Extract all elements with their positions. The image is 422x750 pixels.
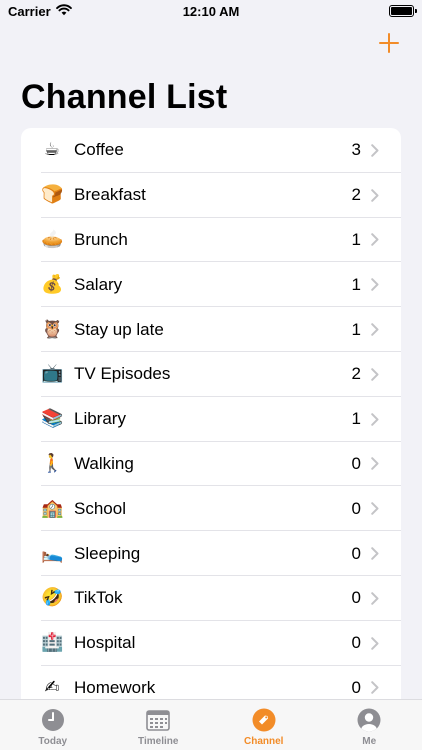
channel-row[interactable]: 💰 Salary 1 [21, 262, 401, 307]
channel-count: 2 [351, 185, 361, 205]
app-screen: Carrier 12:10 AM Channel List ☕ Coffee 3 🍞 B… [0, 0, 422, 750]
channel-name: Breakfast [74, 185, 146, 205]
chevron-right-icon [371, 188, 381, 202]
channel-name: Salary [74, 274, 123, 294]
channel-emoji-icon: 🛌 [41, 542, 64, 564]
tab-timeline[interactable]: Timeline [106, 700, 212, 750]
channel-name: School [74, 498, 126, 518]
wifi-icon [55, 3, 72, 19]
person-icon [356, 707, 382, 733]
channel-name: Library [74, 409, 126, 429]
channel-emoji-icon: 🥧 [41, 228, 64, 250]
tab-today[interactable]: Today [0, 700, 106, 750]
tab-timeline-label: Timeline [138, 736, 179, 747]
channel-name: Hospital [74, 633, 136, 653]
clock-icon [40, 707, 66, 733]
channel-count: 2 [351, 364, 361, 384]
channel-emoji-icon: 📺 [41, 363, 64, 385]
chevron-right-icon [371, 591, 381, 605]
channel-name: Homework [74, 677, 156, 697]
tab-me-label: Me [362, 736, 377, 747]
channel-count: 1 [351, 409, 361, 429]
tag-icon [251, 707, 277, 733]
channel-row[interactable]: 🥧 Brunch 1 [21, 218, 401, 263]
chevron-right-icon [371, 367, 381, 381]
channel-row[interactable]: 🦉 Stay up late 1 [21, 307, 401, 352]
channel-name: Sleeping [74, 543, 141, 563]
carrier-label: Carrier [8, 3, 51, 19]
channel-count: 0 [351, 633, 361, 653]
channel-count: 0 [351, 543, 361, 563]
channel-emoji-icon: ☕ [43, 139, 61, 161]
channel-name: Brunch [74, 229, 128, 249]
channel-emoji-icon: 🏥 [41, 632, 64, 654]
channel-emoji-icon: ✍ [44, 676, 60, 698]
calendar-icon [145, 707, 171, 733]
channel-row[interactable]: 🚶 Walking 0 [21, 442, 401, 487]
channel-emoji-icon: 🚶 [41, 452, 64, 474]
channel-emoji-icon: 📚 [41, 408, 64, 430]
channel-row[interactable]: ☕ Coffee 3 [21, 128, 401, 173]
channel-emoji-icon: 🤣 [41, 587, 64, 609]
channel-name: TikTok [74, 588, 123, 608]
chevron-right-icon [371, 547, 381, 561]
channel-count: 0 [351, 453, 361, 473]
channel-name: Coffee [74, 140, 124, 160]
channel-row[interactable]: 🏫 School 0 [21, 486, 401, 531]
battery-fill [391, 7, 412, 15]
channel-count: 1 [351, 229, 361, 249]
channel-row[interactable]: 📚 Library 1 [21, 397, 401, 442]
chevron-right-icon [371, 636, 381, 650]
status-bar: Carrier [0, 0, 422, 22]
tab-me[interactable]: Me [317, 700, 422, 750]
page-title: Channel List [21, 78, 228, 116]
battery-icon [389, 5, 417, 17]
tab-today-label: Today [38, 736, 68, 747]
channel-emoji-icon: 🏫 [41, 497, 64, 519]
channel-name: Stay up late [74, 319, 164, 339]
channel-count: 0 [351, 588, 361, 608]
tab-channel[interactable]: Channel [211, 700, 317, 750]
channel-name: TV Episodes [74, 364, 171, 384]
add-channel-button[interactable] [376, 30, 402, 56]
chevron-right-icon [371, 278, 381, 292]
channel-row[interactable]: 🍞 Breakfast 2 [21, 173, 401, 218]
chevron-right-icon [371, 502, 381, 516]
channel-row[interactable]: 🏥 Hospital 0 [21, 621, 401, 666]
channel-emoji-icon: 🦉 [41, 318, 64, 340]
chevron-right-icon [371, 412, 381, 426]
chevron-right-icon [371, 457, 381, 471]
channel-row[interactable]: 🛌 Sleeping 0 [21, 531, 401, 576]
channel-count: 1 [351, 274, 361, 294]
status-left: Carrier [8, 4, 72, 19]
tab-channel-label: Channel [244, 736, 284, 747]
chevron-right-icon [371, 681, 381, 695]
chevron-right-icon [371, 323, 381, 337]
channel-row[interactable]: 🤣 TikTok 0 [21, 576, 401, 621]
chevron-right-icon [371, 143, 381, 157]
channel-count: 0 [351, 498, 361, 518]
channel-emoji-icon: 🍞 [41, 184, 64, 206]
channel-row[interactable]: 📺 TV Episodes 2 [21, 352, 401, 397]
tab-bar: Today Timeline Channel Me [0, 699, 422, 750]
channel-count: 3 [351, 140, 361, 160]
channel-name: Walking [74, 453, 134, 473]
plus-icon [379, 33, 399, 53]
channel-count: 1 [351, 319, 361, 339]
channel-count: 0 [351, 677, 361, 697]
channel-list: ☕ Coffee 3 🍞 Breakfast 2 🥧 Brunch 1 💰 Salary 1 🦉 Stay… [21, 128, 401, 711]
channel-emoji-icon: 💰 [41, 273, 64, 295]
chevron-right-icon [371, 233, 381, 247]
